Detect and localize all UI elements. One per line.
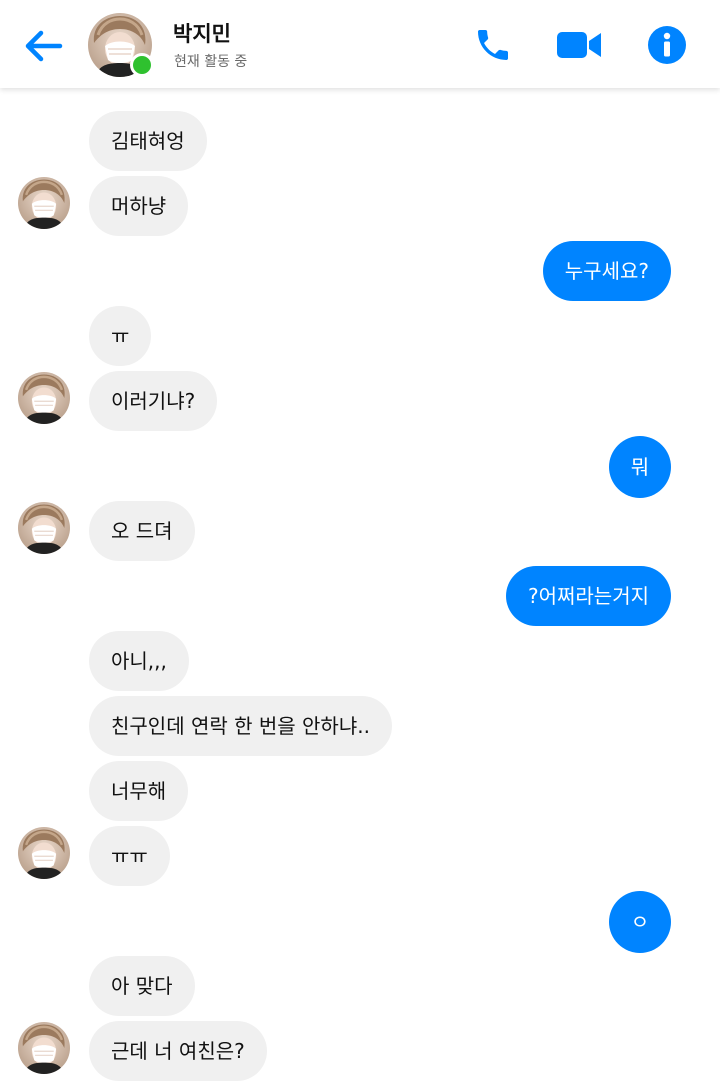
avatar-photo xyxy=(18,372,70,424)
contact-avatar[interactable] xyxy=(88,13,154,77)
active-status-text: 현재 활동 중 xyxy=(174,54,248,70)
incoming-message[interactable]: 아니,,, xyxy=(89,631,189,691)
avatar-photo xyxy=(18,502,70,554)
sender-avatar[interactable] xyxy=(18,372,70,424)
video-camera-icon xyxy=(557,32,601,58)
chat-header: 박지민 현재 활동 중 xyxy=(0,0,720,88)
conversation-info-button[interactable] xyxy=(644,22,690,68)
outgoing-message[interactable]: 뭐 xyxy=(609,436,671,498)
incoming-message[interactable]: 아 맞다 xyxy=(89,956,195,1016)
incoming-message[interactable]: 너무해 xyxy=(89,761,189,821)
incoming-message[interactable]: 근데 너 여친은? xyxy=(89,1021,267,1081)
info-icon xyxy=(648,26,686,64)
phone-icon xyxy=(478,30,508,60)
sender-avatar[interactable] xyxy=(18,827,70,879)
avatar-photo xyxy=(18,827,70,879)
avatar-photo xyxy=(18,1022,70,1074)
incoming-message[interactable]: ㅠ xyxy=(89,306,152,366)
outgoing-message[interactable]: ㅇ xyxy=(609,891,671,953)
sender-avatar[interactable] xyxy=(18,177,70,229)
video-call-button[interactable] xyxy=(556,22,602,68)
outgoing-message[interactable]: 누구세요? xyxy=(542,241,671,301)
voice-call-button[interactable] xyxy=(470,22,516,68)
back-button[interactable] xyxy=(20,24,66,68)
avatar-photo xyxy=(18,177,70,229)
incoming-message[interactable]: 머하냥 xyxy=(89,176,189,236)
incoming-message[interactable]: 친구인데 연락 한 번을 안하냐.. xyxy=(89,696,392,756)
incoming-message[interactable]: ㅠㅠ xyxy=(89,826,170,886)
back-arrow-icon xyxy=(25,30,63,62)
outgoing-message[interactable]: ?어쩌라는거지 xyxy=(505,566,671,626)
incoming-message[interactable]: 오 드뎌 xyxy=(89,501,195,561)
contact-name[interactable]: 박지민 xyxy=(173,18,231,48)
incoming-message[interactable]: 이러기냐? xyxy=(89,371,218,431)
sender-avatar[interactable] xyxy=(18,1022,70,1074)
incoming-message[interactable]: 김태혀엉 xyxy=(89,111,207,171)
online-status-dot xyxy=(130,53,154,77)
sender-avatar[interactable] xyxy=(18,502,70,554)
